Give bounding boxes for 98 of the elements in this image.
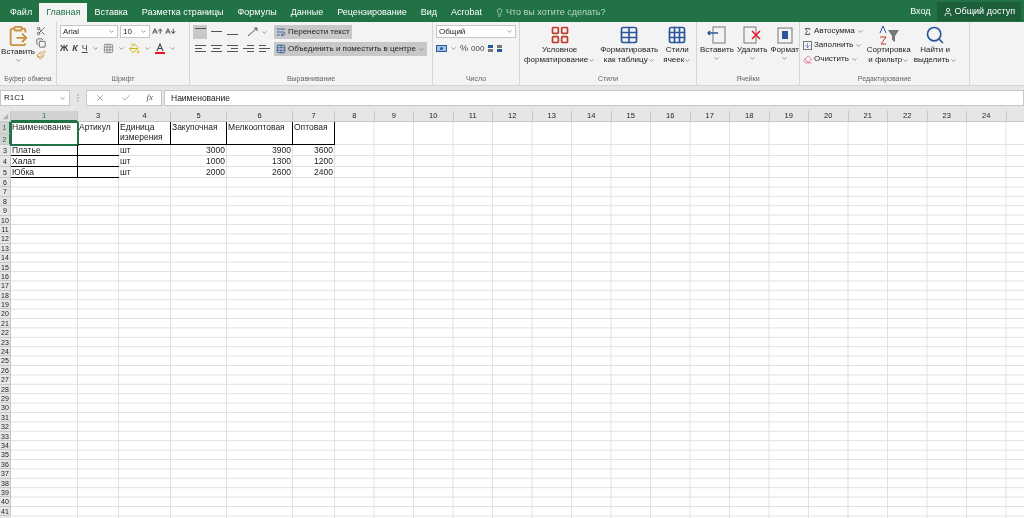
merge-center-button[interactable]: Объединить и поместить в центре — [274, 42, 427, 56]
wrap-text-icon — [276, 27, 286, 37]
grow-font-icon[interactable] — [152, 26, 163, 37]
font-name-field[interactable]: Arial — [60, 25, 118, 38]
autosum-button[interactable]: Автосумма — [803, 25, 864, 37]
caret-icon — [684, 56, 692, 64]
delete-cells-icon — [742, 25, 763, 45]
copy-icon[interactable] — [36, 38, 46, 48]
caret-icon — [506, 28, 513, 35]
table-cell: Закупочная — [171, 122, 227, 145]
table-cell: 2000 — [171, 167, 227, 178]
person-icon — [942, 6, 953, 17]
share-button[interactable]: Общий доступ — [936, 2, 1021, 21]
eraser-icon — [803, 54, 812, 64]
name-box[interactable]: R1C1 — [0, 90, 70, 106]
table-cell: 3000 — [171, 145, 227, 156]
table-cell: Оптовая — [293, 122, 335, 145]
caret-icon — [647, 56, 655, 64]
top-align-icon[interactable] — [193, 25, 207, 39]
insert-cells-icon — [706, 25, 727, 45]
clear-button[interactable]: Очистить — [803, 53, 864, 65]
cells-button[interactable]: Вставить — [700, 25, 734, 74]
table-cell: 2600 — [227, 167, 293, 178]
wrap-text-button[interactable]: Перенести текст — [274, 25, 352, 39]
table-cell: Наименование — [11, 122, 78, 145]
sort-filter-icon — [877, 25, 900, 45]
caret-icon — [117, 45, 125, 53]
ribbon-tab[interactable]: Разметка страницы — [134, 3, 231, 22]
caret-icon — [261, 28, 268, 36]
find-select-button[interactable]: Найти и выделить — [913, 25, 957, 74]
style-button[interactable]: Стили ячеек — [662, 25, 693, 74]
cells-button[interactable]: Формат — [770, 25, 799, 74]
ribbon-tab[interactable]: Acrobat — [444, 3, 490, 22]
table-icon — [619, 25, 640, 45]
font-size-field[interactable]: 10 — [120, 25, 150, 38]
underline-button[interactable]: Ч — [81, 42, 88, 56]
merge-icon — [276, 44, 286, 54]
thousands-button[interactable]: 000 — [471, 42, 485, 55]
fill-color-icon[interactable] — [128, 43, 140, 55]
cells-button[interactable]: Удалить — [736, 25, 768, 74]
table-cell: Мелкооптовая — [227, 122, 293, 145]
search-icon — [925, 25, 946, 45]
number-format-field[interactable]: Общий — [436, 25, 516, 38]
style-button[interactable]: Условное форматирование — [523, 25, 597, 74]
borders-icon[interactable] — [102, 43, 114, 55]
ribbon-tab[interactable]: Рецензирование — [330, 3, 414, 22]
caret-icon — [748, 55, 756, 62]
lightbulb-icon — [495, 8, 505, 17]
font-color-icon[interactable] — [154, 43, 165, 55]
caret-icon — [140, 28, 147, 35]
caret-icon — [168, 45, 176, 53]
table-cell: Единица измерения — [119, 122, 171, 145]
formula-field[interactable]: Наименование — [164, 90, 1024, 106]
caret-icon — [949, 56, 957, 64]
sort-filter-button[interactable]: Сортировка и фильтр — [866, 25, 911, 74]
fill-button[interactable]: Заполнить — [803, 39, 864, 51]
caret-icon — [450, 45, 457, 53]
style-button[interactable]: Форматировать как таблицу — [599, 25, 660, 74]
tell-me-field[interactable]: Что вы хотите сделать? — [506, 5, 606, 20]
table-cell: 1300 — [227, 156, 293, 167]
table-cell: 2400 — [293, 167, 335, 178]
ribbon-tab[interactable]: Формулы — [230, 3, 284, 22]
table-cell: 1200 — [293, 156, 335, 167]
caret-icon — [588, 56, 596, 64]
ribbon-tab[interactable]: Вид — [413, 3, 444, 22]
cut-icon[interactable] — [36, 26, 46, 36]
table-cell: Юбка — [11, 167, 78, 178]
table-cell: 1000 — [171, 156, 227, 167]
table-cell: Платье — [11, 145, 78, 156]
percent-button[interactable]: % — [460, 42, 468, 56]
orientation-icon[interactable] — [247, 27, 259, 37]
sign-in-link[interactable]: Вход — [904, 2, 937, 21]
caret-icon — [902, 56, 910, 64]
function-icon[interactable]: fx — [146, 91, 154, 105]
sigma-icon — [803, 26, 812, 36]
caret-icon — [59, 94, 66, 102]
caret-icon — [108, 28, 115, 35]
ribbon-tab[interactable]: Данные — [283, 3, 331, 22]
table-cell: 3900 — [227, 145, 293, 156]
ribbon-tab[interactable]: Файл — [3, 3, 40, 22]
caret-icon — [14, 57, 22, 64]
caret-icon — [781, 55, 789, 62]
clipboard-icon — [7, 25, 29, 47]
currency-icon[interactable] — [436, 43, 447, 54]
table-cell: 3600 — [293, 145, 335, 156]
italic-button[interactable]: К — [72, 42, 78, 56]
bold-button[interactable]: Ж — [60, 42, 69, 56]
ribbon-tab[interactable]: Главная — [39, 3, 88, 22]
caret-icon — [713, 55, 721, 62]
format-cells-icon — [774, 25, 795, 45]
paste-button[interactable]: Вставить — [3, 25, 33, 74]
table-cell: Артикул — [78, 122, 119, 145]
caret-icon — [91, 45, 99, 53]
ribbon-tab[interactable]: Вставка — [87, 3, 135, 22]
caret-icon — [417, 45, 425, 53]
caret-icon — [143, 45, 151, 53]
shrink-font-icon[interactable] — [165, 26, 176, 37]
table-cell: Халат — [11, 156, 78, 167]
